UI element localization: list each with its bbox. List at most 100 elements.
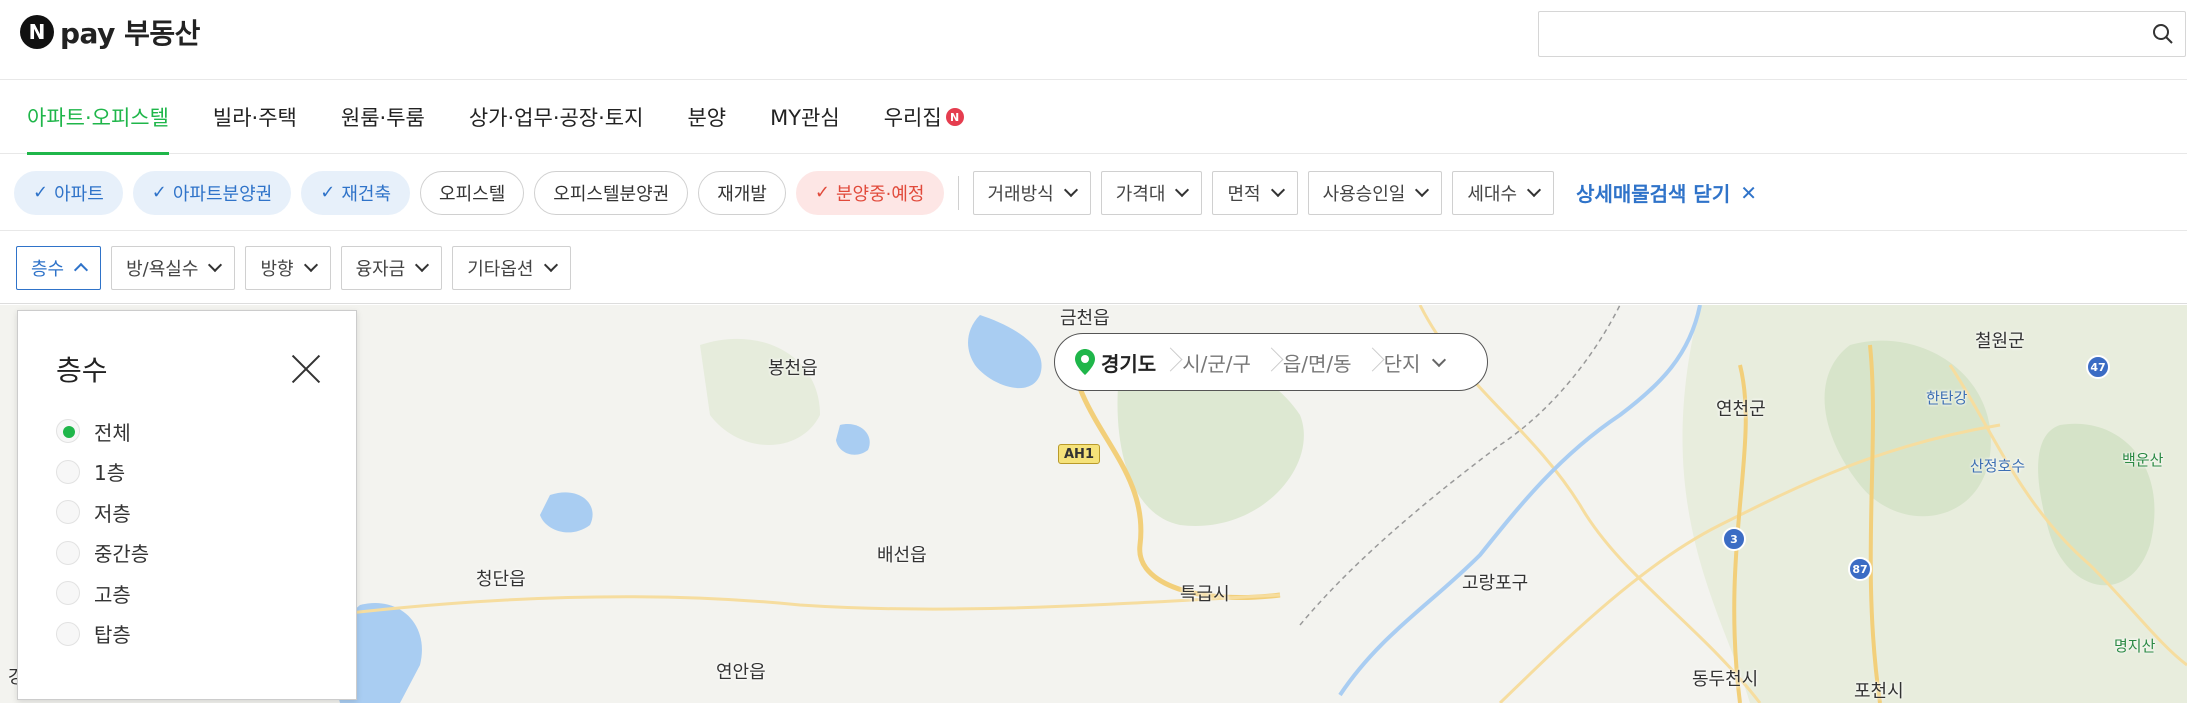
dropdown-label: 기타옵션 xyxy=(467,258,534,280)
place-label: 명지산 xyxy=(2114,637,2156,655)
tab-label: 원룸·투룸 xyxy=(340,106,425,130)
floor-panel-title: 층수 xyxy=(56,354,108,387)
chip-label: 오피스텔 xyxy=(439,183,506,205)
chip-redevelopment[interactable]: 재개발 xyxy=(698,170,786,215)
tab-my-home[interactable]: 우리집 N xyxy=(884,80,964,154)
floor-options: 전체 1층 저층 중간층 고층 탑층 xyxy=(56,411,149,654)
dropdown-rooms-baths[interactable]: 방/욕실수 xyxy=(111,245,236,290)
chip-label: 재개발 xyxy=(717,183,767,205)
chevron-down-icon xyxy=(1270,182,1285,198)
chevron-down-icon xyxy=(1415,182,1430,198)
chip-presale-ongoing[interactable]: ✓ 분양중·예정 xyxy=(795,170,944,215)
floor-option-top[interactable]: 탑층 xyxy=(56,614,149,655)
dropdown-direction[interactable]: 방향 xyxy=(245,245,331,290)
tab-commercial[interactable]: 상가·업무·공장·토지 xyxy=(469,80,644,154)
region-selector[interactable]: 경기도 시/군/구 읍/면/동 단지 xyxy=(1054,333,1488,391)
tab-oneroom[interactable]: 원룸·투룸 xyxy=(341,80,425,154)
header: N pay 부동산 xyxy=(0,0,2187,80)
floor-option-high[interactable]: 고층 xyxy=(56,573,149,614)
region-city[interactable]: 시/군/구 xyxy=(1156,348,1257,377)
dropdown-label: 면적 xyxy=(1227,183,1261,205)
place-label: 청단읍 xyxy=(476,569,526,590)
chevron-down-icon xyxy=(415,257,430,273)
highway-badge: 87 xyxy=(1848,557,1872,581)
region-province[interactable]: 경기도 xyxy=(1101,348,1156,377)
place-label: 한탄강 xyxy=(1926,389,1968,407)
radio[interactable] xyxy=(56,621,80,646)
chevron-down-icon xyxy=(543,257,558,273)
chevron-down-icon xyxy=(208,257,223,273)
search-icon[interactable] xyxy=(2151,22,2175,46)
option-label: 전체 xyxy=(94,420,131,445)
chip-apartment-presale-right[interactable]: ✓ 아파트분양권 xyxy=(132,170,292,215)
dropdown-deal-type[interactable]: 거래방식 xyxy=(972,170,1091,215)
option-label: 탑층 xyxy=(94,623,131,648)
place-label: 금천읍 xyxy=(1060,308,1110,329)
chip-label: 아파트 xyxy=(54,183,104,205)
chip-label: 아파트분양권 xyxy=(172,183,273,205)
dropdown-label: 거래방식 xyxy=(987,183,1054,205)
place-label: 포천시 xyxy=(1854,681,1904,702)
dropdown-label: 방/욕실수 xyxy=(126,258,199,280)
filter-bar-type: ✓ 아파트 ✓ 아파트분양권 ✓ 재건축 오피스텔 오피스텔분양권 재개발 ✓ 분양중·… xyxy=(0,155,2187,231)
floor-option-first[interactable]: 1층 xyxy=(56,452,149,493)
dropdown-approval-date[interactable]: 사용승인일 xyxy=(1307,170,1443,215)
logo[interactable]: N pay 부동산 xyxy=(20,14,200,50)
dropdown-floor[interactable]: 층수 xyxy=(16,245,102,290)
dropdown-price[interactable]: 가격대 xyxy=(1100,170,1203,215)
place-label: 연안읍 xyxy=(716,662,766,683)
radio[interactable] xyxy=(56,540,80,565)
floor-option-low[interactable]: 저층 xyxy=(56,492,149,533)
tab-presale[interactable]: 분양 xyxy=(687,80,726,154)
chevron-down-icon xyxy=(1432,352,1447,367)
search-input[interactable] xyxy=(1538,11,2186,57)
tab-my-interest[interactable]: MY관심 xyxy=(770,80,840,154)
place-label: 백운산 xyxy=(2122,451,2164,469)
radio[interactable] xyxy=(56,459,80,484)
place-label: 고랑포구 xyxy=(1462,573,1529,594)
place-label: 산정호수 xyxy=(1970,457,2026,475)
floor-option-middle[interactable]: 중간층 xyxy=(56,533,149,574)
filter-bar-detail: 층수 방/욕실수 방향 융자금 기타옵션 xyxy=(0,232,2187,304)
dropdown-loan[interactable]: 융자금 xyxy=(340,245,443,290)
radio-selected[interactable] xyxy=(56,419,80,444)
close-icon[interactable] xyxy=(290,353,322,385)
dropdown-households[interactable]: 세대수 xyxy=(1452,170,1555,215)
tab-label: 우리집 xyxy=(883,106,942,130)
logo-text: pay 부동산 xyxy=(60,17,200,50)
place-label: 동두천시 xyxy=(1692,669,1759,690)
close-icon: ✕ xyxy=(1740,180,1757,205)
chip-reconstruction[interactable]: ✓ 재건축 xyxy=(301,170,411,215)
highway-badge: 47 xyxy=(2086,355,2110,379)
dropdown-label: 사용승인일 xyxy=(1322,183,1406,205)
dropdown-label: 가격대 xyxy=(1115,183,1166,205)
radio[interactable] xyxy=(56,500,80,525)
chip-officetel[interactable]: 오피스텔 xyxy=(420,170,525,215)
tab-label: 상가·업무·공장·토지 xyxy=(468,106,644,130)
chevron-down-icon xyxy=(303,257,318,273)
tab-villa-house[interactable]: 빌라·주택 xyxy=(213,80,297,154)
place-label: 봉천읍 xyxy=(768,358,818,379)
chip-officetel-presale-right[interactable]: 오피스텔분양권 xyxy=(534,170,689,215)
place-label: 철원군 xyxy=(1975,331,2025,352)
tab-label: MY관심 xyxy=(770,106,840,130)
floor-filter-panel: 층수 전체 1층 저층 중간층 고층 탑층 xyxy=(17,310,357,700)
chevron-down-icon xyxy=(1063,182,1078,198)
check-icon: ✓ xyxy=(151,182,167,203)
dropdown-area[interactable]: 면적 xyxy=(1212,170,1298,215)
floor-option-all[interactable]: 전체 xyxy=(56,411,149,452)
chevron-up-icon xyxy=(74,262,89,277)
radio[interactable] xyxy=(56,581,80,606)
chip-label: 분양중·예정 xyxy=(835,183,925,205)
close-detail-search-button[interactable]: 상세매물검색 닫기 ✕ xyxy=(1576,178,1757,207)
chip-label: 오피스텔분양권 xyxy=(553,183,670,205)
tab-apartment-officetel[interactable]: 아파트·오피스텔 xyxy=(27,80,169,155)
region-town[interactable]: 읍/면/동 xyxy=(1257,348,1358,377)
dropdown-other-options[interactable]: 기타옵션 xyxy=(452,245,571,290)
main-tabs: 아파트·오피스텔 빌라·주택 원룸·투룸 상가·업무·공장·토지 분양 MY관심… xyxy=(0,80,2187,155)
chip-apartment[interactable]: ✓ 아파트 xyxy=(14,170,123,215)
check-icon: ✓ xyxy=(320,182,336,203)
naver-logo-badge: N xyxy=(20,15,54,49)
region-complex[interactable]: 단지 xyxy=(1358,348,1427,377)
chip-label: 재건축 xyxy=(341,183,392,205)
